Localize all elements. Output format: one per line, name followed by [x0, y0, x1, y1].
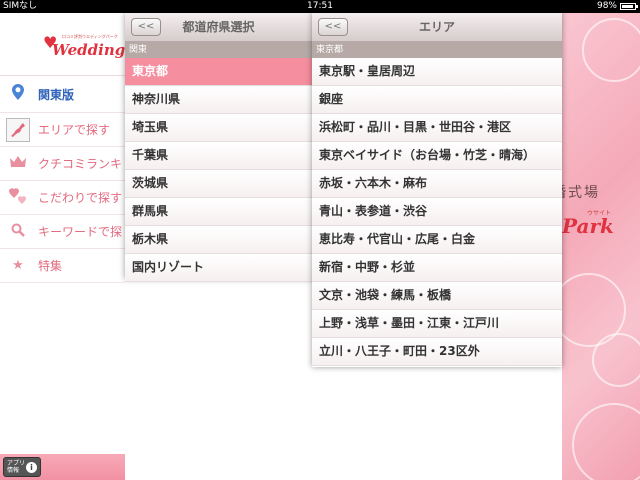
background-park-logo-text: Park: [562, 214, 614, 238]
prefecture-section-header: 関東: [125, 42, 312, 58]
prefecture-row[interactable]: 国内リゾート: [125, 254, 312, 282]
area-row[interactable]: 立川・八王子・町田・23区外: [312, 338, 562, 366]
prefecture-row[interactable]: 埼玉県: [125, 114, 312, 142]
app-info-label: 情報: [7, 467, 20, 474]
prefecture-panel-title: 都道府県選択: [182, 20, 255, 34]
battery-indicator: 98%: [596, 0, 638, 13]
prefecture-row[interactable]: 群馬県: [125, 198, 312, 226]
hearts-icon: [8, 187, 28, 208]
app-info-label: アプリ: [7, 460, 26, 467]
menu-item-area-search[interactable]: エリアで探す: [0, 113, 125, 147]
menu-item-features[interactable]: ★ 特集: [0, 249, 125, 283]
sidebar-footer: アプリ 情報 i: [0, 454, 125, 480]
japan-map-icon: [6, 117, 30, 142]
area-section-header: 東京都: [312, 42, 562, 58]
clock-label: 17:51: [307, 1, 333, 11]
logo[interactable]: 口コミ評判ウエディングパーク ♥ Wedding Pa: [0, 13, 125, 76]
area-row[interactable]: 青山・表参道・渋谷: [312, 198, 562, 226]
battery-icon: [620, 3, 638, 10]
star-icon: ★: [12, 258, 24, 273]
menu-item-preference-search[interactable]: こだわりで探す: [0, 181, 125, 215]
location-pin-icon: [8, 84, 28, 104]
area-row[interactable]: 上野・浅草・墨田・江東・江戸川: [312, 310, 562, 338]
menu-item-label: 特集: [38, 259, 63, 273]
status-bar: SIMなし 17:51 98%: [0, 0, 640, 13]
area-list: 東京駅・皇居周辺 銀座 浜松町・品川・目黒・世田谷・港区 東京ベイサイド（お台場…: [312, 58, 562, 366]
area-row[interactable]: 新宿・中野・杉並: [312, 254, 562, 282]
info-icon: i: [26, 462, 37, 473]
prefecture-panel: << 都道府県選択 関東 東京都 神奈川県 埼玉県 千葉県 茨城県 群馬県 栃木…: [125, 13, 312, 282]
menu-item-label: クチコミランキ: [38, 157, 123, 171]
prefecture-panel-header: << 都道府県選択: [125, 13, 312, 42]
prefecture-row[interactable]: 栃木県: [125, 226, 312, 254]
area-row[interactable]: 浜松町・品川・目黒・世田谷・港区: [312, 114, 562, 142]
menu-item-label: エリアで探す: [38, 123, 111, 137]
crown-icon: [8, 155, 28, 172]
app-sidebar: 口コミ評判ウエディングパーク ♥ Wedding Pa 関東版 エリアで探す ク…: [0, 13, 125, 480]
area-row[interactable]: 銀座: [312, 86, 562, 114]
prefecture-row[interactable]: 茨城県: [125, 170, 312, 198]
menu-item-keyword-search[interactable]: キーワードで探: [0, 215, 125, 249]
menu-item-label: こだわりで探す: [38, 191, 123, 205]
menu-item-label: 関東版: [38, 87, 75, 102]
area-row[interactable]: 東京ベイサイド（お台場・竹芝・晴海）: [312, 142, 562, 170]
area-panel-title: エリア: [418, 20, 455, 34]
prefecture-list: 東京都 神奈川県 埼玉県 千葉県 茨城県 群馬県 栃木県 国内リゾート: [125, 58, 312, 282]
menu-item-kanto[interactable]: 関東版: [0, 76, 125, 113]
prefecture-row[interactable]: 神奈川県: [125, 86, 312, 114]
prefecture-row[interactable]: 千葉県: [125, 142, 312, 170]
logo-tagline: 口コミ評判ウエディングパーク: [62, 34, 118, 39]
area-panel: << エリア 東京都 東京駅・皇居周辺 銀座 浜松町・品川・目黒・世田谷・港区 …: [312, 13, 562, 367]
logo-text: Wedding Pa: [52, 41, 125, 59]
area-panel-header: << エリア: [312, 13, 562, 42]
area-row[interactable]: 赤坂・六本木・麻布: [312, 170, 562, 198]
background-decoration: [562, 13, 640, 480]
area-row[interactable]: 東京駅・皇居周辺: [312, 58, 562, 86]
magnifier-icon: [8, 223, 28, 241]
area-row[interactable]: 文京・池袋・練馬・板橋: [312, 282, 562, 310]
area-row[interactable]: 恵比寿・代官山・広尾・白金: [312, 226, 562, 254]
battery-percent: 98%: [596, 1, 617, 11]
menu-item-ranking[interactable]: クチコミランキ: [0, 147, 125, 181]
prefecture-row[interactable]: 東京都: [125, 58, 312, 86]
menu-item-label: キーワードで探: [38, 225, 123, 239]
app-info-button[interactable]: アプリ 情報 i: [3, 457, 41, 477]
